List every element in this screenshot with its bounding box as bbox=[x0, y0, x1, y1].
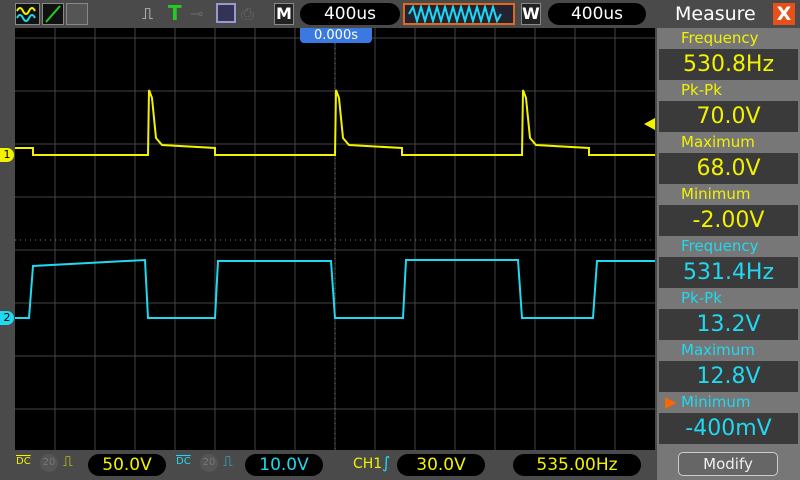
ch1-invert-icon: ⎍ bbox=[63, 454, 73, 470]
measure-label: Frequency bbox=[681, 237, 759, 255]
lock-key-icon[interactable]: ⊸ bbox=[190, 4, 203, 23]
main-timebase[interactable]: 400us bbox=[300, 3, 400, 25]
trigger-level[interactable]: 30.0V bbox=[397, 454, 485, 476]
window-timebase[interactable]: 400us bbox=[548, 3, 646, 25]
measure-label: Minimum bbox=[681, 185, 751, 203]
ch1-coupling[interactable]: DC bbox=[16, 456, 31, 467]
ch1-marker[interactable]: 1 bbox=[0, 148, 14, 162]
trigger-frequency: 535.00Hz bbox=[513, 454, 641, 476]
measure-value[interactable]: 13.2V bbox=[659, 309, 798, 340]
measure-label: Pk-Pk bbox=[681, 289, 722, 307]
measure-value[interactable]: -2.00V bbox=[659, 205, 798, 236]
measure-label: ▶ Minimum bbox=[665, 393, 751, 411]
window-badge: W bbox=[521, 3, 541, 25]
status-bar: DC 20 ⎍ 50.0V DC 20 ⎍ 10.0V CH1 ∫ 30.0V … bbox=[0, 450, 655, 480]
measure-label: Frequency bbox=[681, 29, 759, 47]
main-timebase-badge: M bbox=[274, 3, 294, 25]
rising-edge-icon: ∫ bbox=[382, 453, 391, 472]
ch2-coupling[interactable]: DC bbox=[176, 456, 191, 467]
save-icon[interactable] bbox=[216, 3, 236, 23]
ch2-invert-icon: ⎍ bbox=[223, 454, 233, 470]
measure-value[interactable]: 12.8V bbox=[659, 361, 798, 392]
ref-icon[interactable] bbox=[66, 3, 88, 25]
measure-value[interactable]: -400mV bbox=[659, 413, 798, 444]
trigger-status: T bbox=[168, 1, 182, 25]
toolbar: ⎍ T ⊸ ⎙ M 400us W 400us bbox=[0, 0, 655, 28]
trigger-level-arrow[interactable] bbox=[644, 118, 655, 130]
trigger-source[interactable]: CH1 bbox=[353, 456, 382, 472]
measure-value[interactable]: 68.0V bbox=[659, 153, 798, 184]
measure-label: Maximum bbox=[681, 341, 755, 359]
print-icon[interactable]: ⎙ bbox=[241, 4, 254, 24]
channels-icon[interactable] bbox=[15, 3, 40, 25]
ch2-bw-limit[interactable]: 20 bbox=[200, 454, 218, 472]
ch2-scale[interactable]: 10.0V bbox=[245, 454, 323, 476]
waveform-display[interactable]: 0.000s bbox=[15, 28, 655, 450]
ch1-bw-limit[interactable]: 20 bbox=[40, 454, 58, 472]
measure-value[interactable]: 70.0V bbox=[659, 101, 798, 132]
modify-button[interactable]: Modify bbox=[678, 452, 778, 476]
measure-panel: Measure X Frequency 530.8Hz Pk-Pk 70.0V Maxim… bbox=[657, 0, 800, 480]
pulse-trigger-icon[interactable]: ⎍ bbox=[142, 4, 153, 24]
measure-value[interactable]: 531.4Hz bbox=[659, 257, 798, 288]
trigger-position-marker[interactable]: 0.000s bbox=[300, 28, 372, 43]
ch2-marker[interactable]: 2 bbox=[0, 311, 14, 325]
ch1-waveform bbox=[15, 89, 655, 156]
measure-value[interactable]: 530.8Hz bbox=[659, 49, 798, 80]
close-button[interactable]: X bbox=[773, 3, 795, 25]
waveform-window-icon[interactable] bbox=[403, 3, 515, 25]
measure-label: Maximum bbox=[681, 133, 755, 151]
math-icon[interactable] bbox=[42, 3, 64, 25]
measure-label: Pk-Pk bbox=[681, 81, 722, 99]
selected-arrow-icon: ▶ bbox=[665, 393, 677, 411]
ch1-scale[interactable]: 50.0V bbox=[88, 454, 166, 476]
measure-title: Measure bbox=[675, 3, 756, 25]
